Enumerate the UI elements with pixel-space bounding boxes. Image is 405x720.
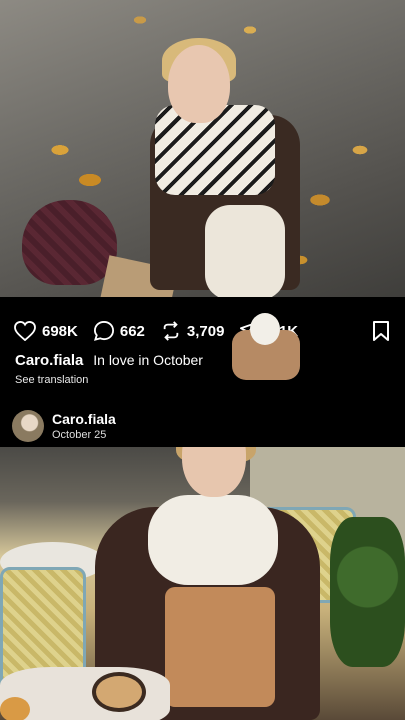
tan-tote-bag bbox=[165, 587, 275, 707]
repost-icon bbox=[163, 321, 179, 341]
comment-count: 662 bbox=[119, 322, 145, 340]
caption-text: In love in October bbox=[93, 352, 203, 368]
post-caption: Caro.fiala In love in October bbox=[15, 352, 203, 369]
coffee-cup bbox=[250, 313, 280, 345]
post-header: Caro.fiala October 25 bbox=[12, 410, 116, 442]
like-count: 698K bbox=[42, 322, 78, 340]
face bbox=[168, 45, 230, 123]
cream-scarf bbox=[148, 495, 278, 585]
speech-bubble-icon bbox=[93, 321, 114, 341]
post-photo-2[interactable] bbox=[0, 447, 405, 720]
like-button[interactable]: 698K bbox=[14, 321, 78, 341]
white-pants bbox=[205, 205, 285, 297]
post-photo[interactable] bbox=[0, 0, 405, 297]
avatar[interactable] bbox=[12, 410, 44, 442]
plant bbox=[330, 517, 405, 667]
heart-icon bbox=[14, 321, 36, 341]
comment-button[interactable]: 662 bbox=[93, 321, 145, 341]
face bbox=[182, 447, 246, 497]
woven-bag bbox=[22, 200, 117, 285]
action-bar: 698K 662 3,709 1.1K bbox=[14, 318, 394, 344]
coffee-cup bbox=[92, 672, 146, 712]
post-date: October 25 bbox=[52, 429, 107, 441]
caption-username[interactable]: Caro.fiala bbox=[15, 352, 83, 369]
bookmark-icon bbox=[373, 321, 389, 341]
croissant bbox=[0, 697, 30, 720]
repost-button[interactable]: 3,709 bbox=[161, 321, 225, 341]
repost-count: 3,709 bbox=[186, 322, 225, 340]
save-button[interactable] bbox=[372, 321, 390, 346]
author-username[interactable]: Caro.fiala bbox=[52, 411, 116, 427]
see-translation-link[interactable]: See translation bbox=[15, 374, 88, 386]
